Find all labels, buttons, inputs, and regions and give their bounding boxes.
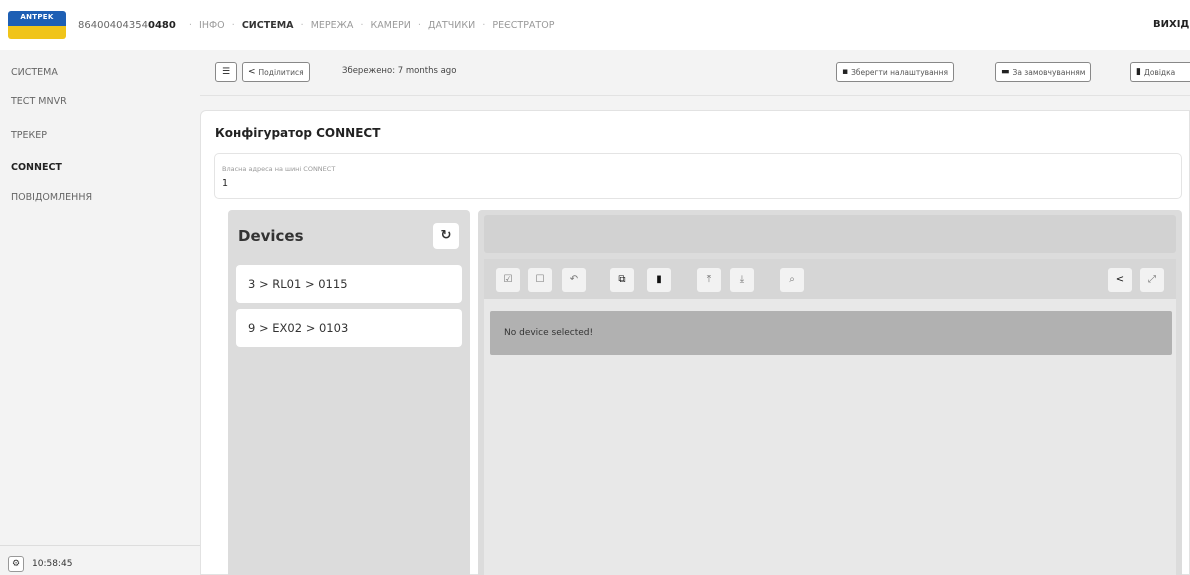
- sidebar-item-tracker[interactable]: ТРЕКЕР: [11, 130, 47, 141]
- search-icon[interactable]: ⌕: [780, 268, 804, 292]
- devices-title: Devices: [238, 227, 304, 245]
- menu-button[interactable]: ☰: [215, 62, 237, 82]
- keyboard-icon: ▬: [1001, 67, 1010, 77]
- defaults-label: За замовчуванням: [1012, 67, 1086, 77]
- expand-icon[interactable]: ⤢: [1140, 268, 1164, 292]
- select-all-icon[interactable]: ☑: [496, 268, 520, 292]
- share-icon[interactable]: <: [1108, 268, 1132, 292]
- paste-icon[interactable]: ▮: [647, 268, 671, 292]
- nav-info[interactable]: ІНФО: [199, 20, 225, 31]
- nav-cameras[interactable]: КАМЕРИ: [371, 20, 411, 31]
- bus-address-value[interactable]: 1: [222, 178, 228, 189]
- exit-button[interactable]: ВИХІД: [1153, 19, 1189, 30]
- menu-icon: ☰: [221, 67, 231, 77]
- save-icon: ▪: [842, 67, 849, 77]
- page-title: Конфігуратор CONNECT: [215, 126, 381, 140]
- sidebar-item-connect[interactable]: CONNECT: [11, 162, 62, 173]
- serial-prefix: 86400404354: [78, 19, 148, 31]
- nav-network[interactable]: МЕРЕЖА: [311, 20, 354, 31]
- sidebar-item-test-mnvr[interactable]: ТЕСТ MNVR: [11, 96, 67, 107]
- brand-logo[interactable]: ANTPEK: [8, 11, 66, 39]
- defaults-button[interactable]: ▬ За замовчуванням: [995, 62, 1092, 82]
- nav-system[interactable]: СИСТЕМА: [242, 20, 294, 31]
- detail-header: [484, 215, 1176, 253]
- refresh-icon[interactable]: ↻: [433, 223, 459, 249]
- save-settings-button[interactable]: ▪ Зберегти налаштування: [836, 62, 954, 82]
- undo-icon[interactable]: ↶: [562, 268, 586, 292]
- main-nav: · ІНФО · СИСТЕМА · МЕРЕЖА · КАМЕРИ · ДАТ…: [188, 19, 555, 31]
- help-button[interactable]: ▮ Довідка: [1130, 62, 1190, 82]
- deselect-icon[interactable]: ☐: [528, 268, 552, 292]
- sidebar-footer: [0, 545, 200, 575]
- bus-address-label: Власна адреса на шині CONNECT: [222, 165, 336, 173]
- gear-icon[interactable]: ⚙: [8, 556, 24, 572]
- top-bar: ANTPEK 864004043540480 · ІНФО · СИСТЕМА …: [0, 0, 1190, 50]
- download-icon[interactable]: ⤓: [730, 268, 754, 292]
- help-label: Довідка: [1143, 67, 1176, 77]
- device-item[interactable]: 9 > EX02 > 0103: [236, 309, 462, 347]
- empty-state-message: No device selected!: [504, 328, 594, 338]
- save-settings-label: Зберегти налаштування: [851, 67, 948, 77]
- device-item[interactable]: 3 > RL01 > 0115: [236, 265, 462, 303]
- copy-icon[interactable]: ⧉: [610, 268, 634, 292]
- share-label: Поділитися: [258, 67, 304, 77]
- nav-recorder[interactable]: РЕЄСТРАТОР: [492, 20, 554, 31]
- share-button[interactable]: < Поділитися: [242, 62, 310, 82]
- device-serial: 864004043540480: [78, 20, 176, 31]
- serial-bold: 0480: [148, 19, 176, 31]
- nav-sensors[interactable]: ДАТЧИКИ: [428, 20, 475, 31]
- sidebar-item-notifications[interactable]: ПОВІДОМЛЕННЯ: [11, 192, 92, 203]
- bus-address-field[interactable]: [214, 153, 1182, 199]
- clock: 10:58:45: [32, 559, 73, 569]
- logo-text: ANTPEK: [20, 13, 54, 21]
- share-icon: <: [248, 67, 256, 77]
- detail-body: [484, 259, 1176, 575]
- sidebar-item-system[interactable]: СИСТЕМА: [11, 67, 58, 78]
- detail-toolbar: [484, 259, 1176, 299]
- saved-status: Збережено: 7 months ago: [342, 66, 457, 76]
- sidebar: [0, 50, 200, 575]
- upload-icon[interactable]: ⤒: [697, 268, 721, 292]
- book-icon: ▮: [1136, 67, 1141, 77]
